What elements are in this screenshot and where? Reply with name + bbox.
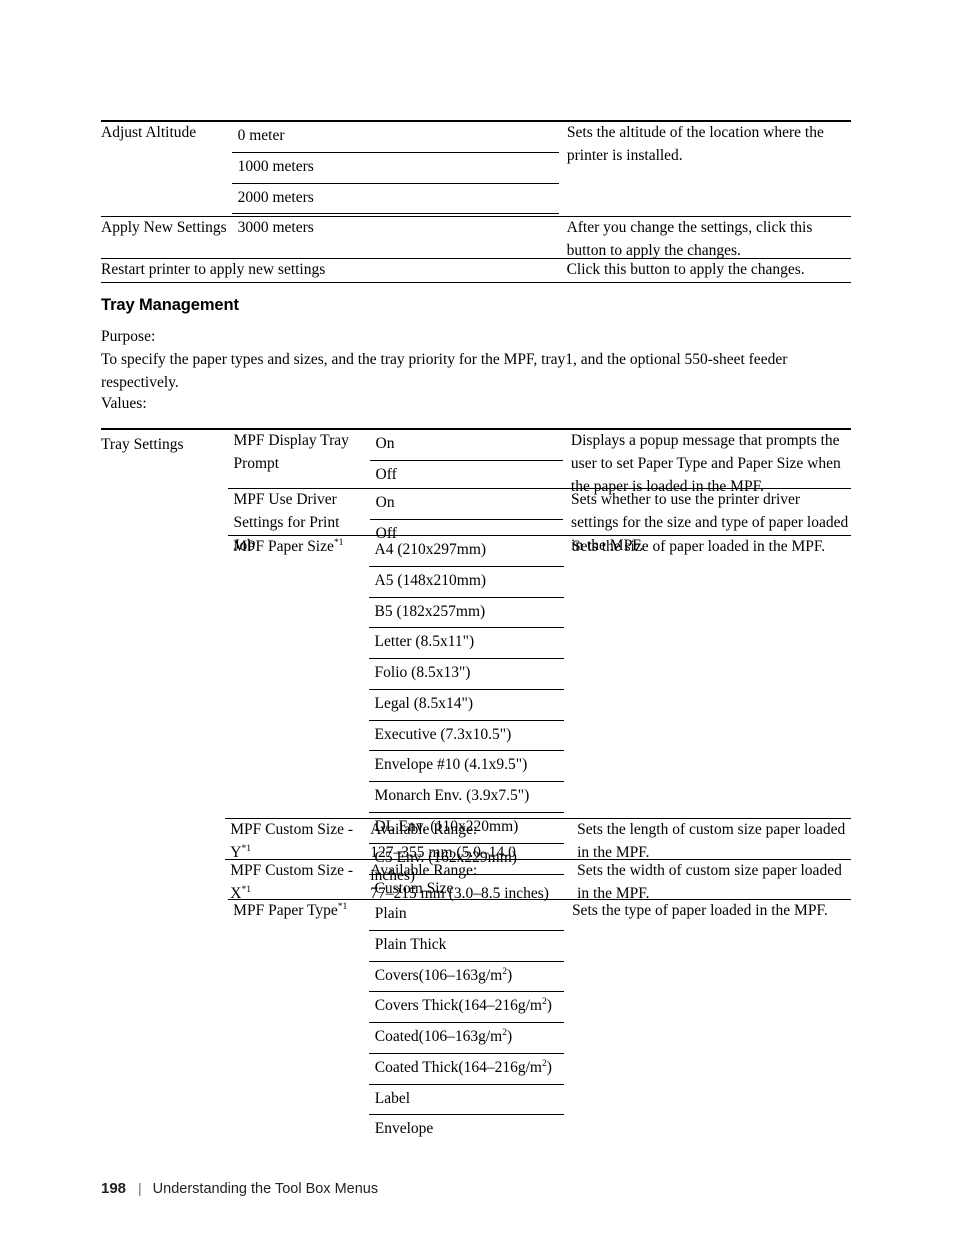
footnote-marker: *1 (241, 883, 252, 895)
setting-description: Sets the type of paper loaded in the MPF… (563, 899, 851, 1146)
superscript-two: 2 (502, 965, 508, 977)
values-label: Values: (101, 395, 147, 412)
table-row-mpf-paper-type: MPF Paper Type*1 Plain Plain Thick Cover… (101, 899, 851, 1146)
table-row-restart-printer: Restart printer to apply new settings Cl… (101, 258, 851, 282)
setting-name: Restart printer to apply new settings (101, 261, 326, 278)
sub-setting-label: MPF Paper Type (233, 902, 338, 919)
option-item[interactable]: 2000 meters (231, 182, 559, 214)
sub-setting-label: MPF Custom Size - Y (230, 821, 353, 861)
option-list-cell: Plain Plain Thick Covers(106–163g/m2) Co… (368, 899, 564, 1146)
purpose-label: Purpose: (101, 328, 156, 345)
option-item[interactable]: Coated(106–163g/m2) (368, 1022, 564, 1053)
setting-description: After you change the settings, click thi… (566, 219, 813, 259)
table-row-apply-new-settings: Apply New Settings After you change the … (101, 216, 851, 263)
option-item[interactable]: Envelope #10 (4.1x9.5") (368, 750, 564, 781)
option-item[interactable]: Executive (7.3x10.5") (368, 719, 564, 751)
table-row: Restart printer to apply new settings Cl… (101, 259, 851, 282)
footnote-marker: *1 (337, 900, 348, 912)
option-item[interactable]: 0 meter (232, 122, 559, 152)
option-item[interactable]: Legal (8.5x14") (368, 688, 564, 720)
sub-setting-label: MPF Custom Size - X (230, 862, 353, 902)
option-item[interactable]: Plain (369, 900, 564, 930)
sub-setting-label: MPF Display Tray Prompt (233, 432, 349, 472)
option-item[interactable]: Monarch Env. (3.9x7.5") (368, 781, 564, 812)
option-item[interactable]: A5 (148x210mm) (368, 565, 564, 597)
setting-name: Apply New Settings (101, 219, 227, 236)
group-spacer-cell (101, 900, 228, 1146)
footer-section-title: Understanding the Tool Box Menus (152, 1181, 379, 1197)
table-row: MPF Paper Type*1 Plain Plain Thick Cover… (101, 899, 851, 1146)
option-item[interactable]: Plain Thick (368, 929, 564, 961)
option-item[interactable]: Letter (8.5x11") (368, 627, 564, 658)
option-item[interactable]: A4 (210x297mm) (369, 536, 564, 566)
option-item[interactable]: Coated Thick(164–216g/m2) (368, 1052, 564, 1084)
option-item[interactable]: Off (369, 459, 563, 491)
option-item[interactable]: Covers Thick(164–216g/m2) (368, 991, 564, 1022)
sub-setting-name: MPF Paper Type*1 (228, 899, 369, 1146)
option-stack: Plain Plain Thick Covers(106–163g/m2) Co… (368, 900, 564, 1145)
table-row: Apply New Settings After you change the … (101, 217, 851, 263)
page-number: 198 (101, 1180, 127, 1197)
option-stack: On Off (369, 430, 563, 491)
page-section-heading: Tray Management (101, 296, 239, 314)
option-item[interactable]: Label (368, 1083, 564, 1115)
footnote-marker: *1 (333, 536, 344, 548)
option-item[interactable]: B5 (182x257mm) (368, 596, 564, 628)
sub-setting-label: MPF Paper Size (233, 538, 334, 555)
option-item[interactable]: On (370, 430, 563, 460)
table-bottom-rule (101, 282, 851, 283)
page-footer: 198 | Understanding the Tool Box Menus (101, 1180, 378, 1197)
footer-separator: | (138, 1180, 142, 1196)
superscript-two: 2 (541, 1057, 547, 1069)
option-item[interactable]: Envelope (368, 1114, 564, 1145)
superscript-two: 2 (502, 1026, 508, 1038)
setting-description: Click this button to apply the changes. (566, 261, 805, 278)
footnote-marker: *1 (241, 842, 252, 854)
option-item[interactable]: 1000 meters (231, 151, 559, 183)
option-item[interactable]: On (370, 489, 563, 519)
superscript-two: 2 (541, 996, 547, 1008)
purpose-text: To specify the paper types and sizes, an… (101, 351, 788, 392)
document-page: Adjust Altitude 0 meter 1000 meters 2000… (0, 0, 954, 1235)
option-item[interactable]: Folio (8.5x13") (368, 658, 564, 689)
option-item[interactable]: Covers(106–163g/m2) (368, 960, 564, 992)
